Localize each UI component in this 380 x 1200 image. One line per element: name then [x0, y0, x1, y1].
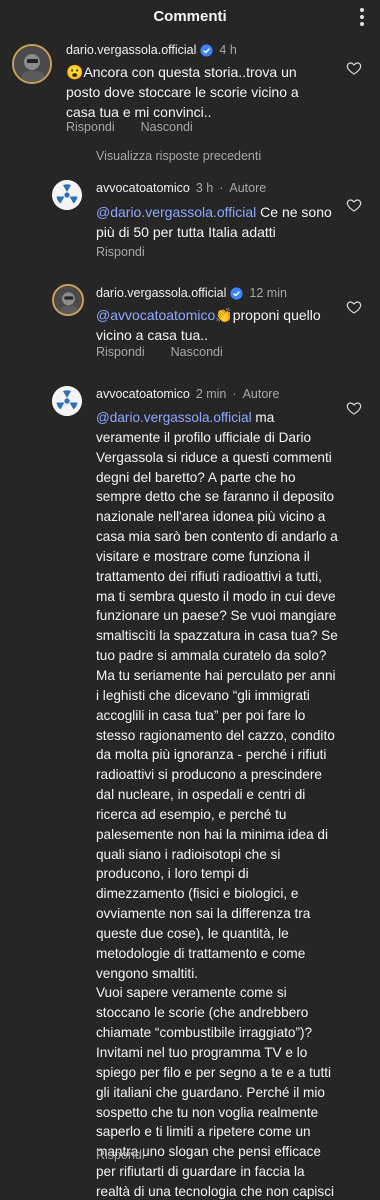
comment-username[interactable]: avvocatoatomico	[96, 387, 190, 401]
comment-text: @dario.vergassola.official Ce ne sono pi…	[96, 204, 332, 240]
reply-button[interactable]: Rispondi	[96, 345, 145, 359]
reply-button[interactable]: Rispondi	[66, 120, 115, 134]
comments-header: Commenti	[0, 0, 380, 40]
comment-text: 😮Ancora con questa storia..trova un post…	[66, 64, 299, 120]
comment-time: 3 h	[195, 181, 214, 195]
reply-button[interactable]: Rispondi	[96, 245, 145, 259]
mention-link[interactable]: @dario.vergassola.official	[96, 204, 256, 220]
view-previous-replies-link[interactable]: Visualizza risposte precedenti	[96, 149, 261, 163]
verified-badge-icon	[230, 286, 243, 300]
comment-username[interactable]: dario.vergassola.official	[66, 43, 196, 57]
like-heart-icon[interactable]	[346, 400, 362, 416]
comment-text: @dario.vergassola.official ma veramente …	[96, 410, 338, 1199]
avatar[interactable]	[52, 180, 82, 210]
mention-link[interactable]: @avvocatoatomico	[96, 307, 215, 323]
comment-time: 4 h	[219, 43, 237, 57]
avatar[interactable]	[12, 44, 52, 84]
like-heart-icon[interactable]	[346, 197, 362, 213]
comment-username[interactable]: dario.vergassola.official	[96, 286, 226, 300]
separator-dot: ·	[232, 387, 237, 401]
comment-time: 12 min	[249, 286, 287, 300]
comment-time: 2 min	[195, 387, 227, 401]
comment-text: @avvocatoatomico👏proponi quello vicino a…	[96, 307, 321, 343]
avatar[interactable]	[52, 284, 84, 316]
like-heart-icon[interactable]	[346, 60, 362, 76]
verified-badge-icon	[200, 43, 213, 57]
author-label: Autore	[242, 387, 280, 401]
surprised-emoji-icon: 😮	[66, 64, 84, 80]
mention-link[interactable]: @dario.vergassola.official	[96, 410, 252, 425]
author-label: Autore	[229, 181, 267, 195]
avatar[interactable]	[52, 386, 82, 416]
more-options-icon[interactable]	[360, 8, 366, 28]
comment-username[interactable]: avvocatoatomico	[96, 181, 190, 195]
reply-button[interactable]: Rispondi	[96, 1148, 145, 1162]
hide-button[interactable]: Nascondi	[171, 345, 223, 359]
separator-dot: ·	[219, 181, 224, 195]
hide-button[interactable]: Nascondi	[141, 120, 193, 134]
page-title: Commenti	[153, 8, 227, 25]
clapping-emoji-icon: 👏	[215, 307, 233, 323]
like-heart-icon[interactable]	[346, 299, 362, 315]
